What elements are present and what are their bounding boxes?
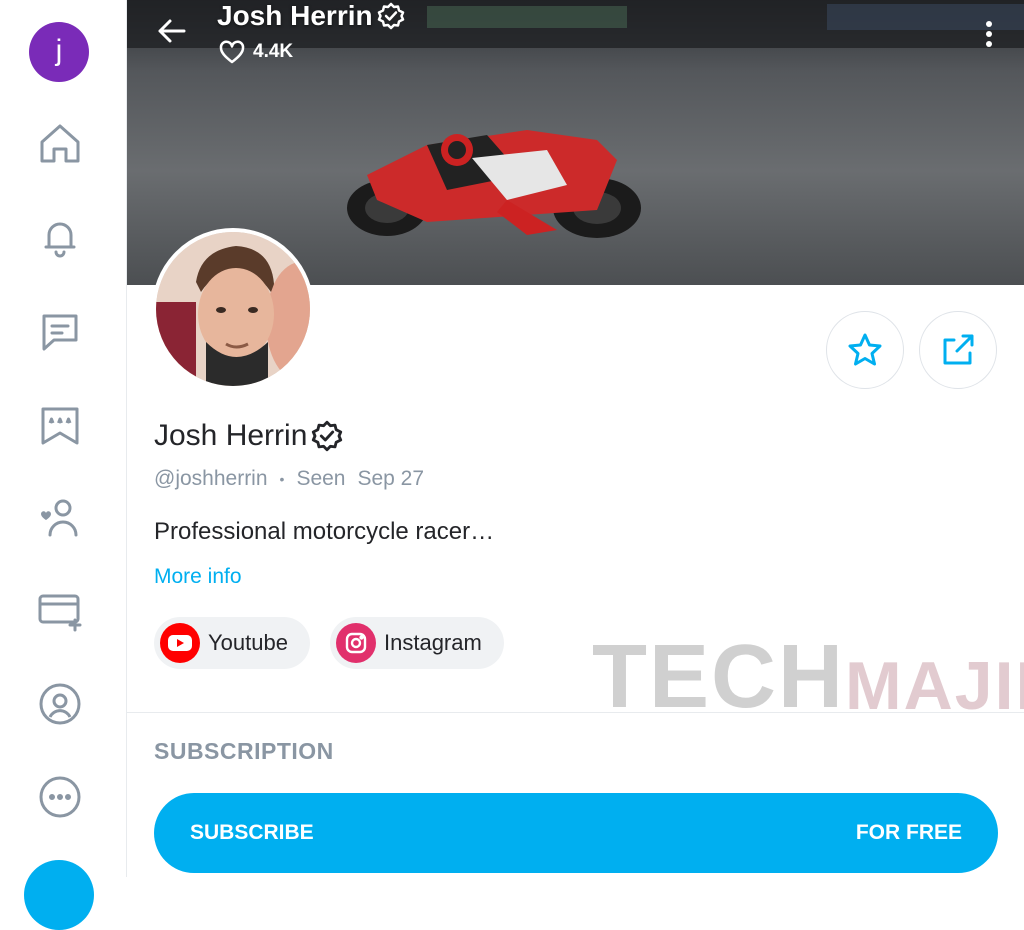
profile-bio: Professional motorcycle racer… (154, 518, 495, 545)
star-icon (848, 333, 882, 366)
header-title: Josh Herrin (217, 0, 405, 32)
share-icon (943, 334, 974, 365)
share-button[interactable] (919, 311, 997, 389)
subscriptions-icon[interactable] (37, 495, 83, 541)
message-icon[interactable] (37, 308, 83, 354)
subscribe-button[interactable]: SUBSCRIBE FOR FREE (154, 793, 998, 873)
header-name-text: Josh Herrin (217, 0, 373, 31)
instagram-label: Instagram (384, 630, 482, 655)
back-arrow-icon[interactable] (155, 14, 189, 48)
watermark-logo: TECH MAJIN (592, 632, 1024, 722)
profile-name-text: Josh Herrin (154, 419, 308, 452)
youtube-icon (160, 623, 200, 663)
user-avatar[interactable]: j (29, 22, 89, 82)
watermark-big: TECH (592, 627, 845, 727)
seen-label: Seen (296, 467, 346, 490)
seen-date: Sep 27 (357, 467, 425, 490)
instagram-icon (336, 623, 376, 663)
verified-icon (377, 2, 404, 30)
more-options-icon[interactable] (37, 774, 83, 820)
verified-icon (312, 420, 343, 452)
heart-icon (219, 40, 245, 64)
collections-icon[interactable] (37, 402, 83, 448)
likes-count: 4.4K (253, 41, 294, 62)
profile-handle: @joshherrin (154, 467, 268, 490)
profile-name: Josh Herrin (154, 419, 343, 453)
profile-meta: @joshherrin • Seen Sep 27 (154, 467, 424, 491)
profile-page: Josh Herrin 4.4K Josh Herrin @joshherrin… (127, 0, 1024, 877)
subscription-heading: SUBSCRIPTION (154, 738, 334, 764)
new-post-button[interactable] (24, 860, 94, 930)
youtube-label: Youtube (208, 630, 288, 655)
profile-avatar[interactable] (152, 228, 314, 390)
my-profile-icon[interactable] (37, 681, 83, 727)
header-likes: 4.4K (219, 40, 293, 64)
meta-separator: • (279, 471, 285, 487)
favorite-button[interactable] (826, 311, 904, 389)
kebab-menu-icon[interactable] (977, 14, 1001, 50)
youtube-link[interactable]: Youtube (154, 617, 310, 669)
more-info-link[interactable]: More info (154, 565, 242, 589)
add-card-icon[interactable] (37, 587, 83, 633)
instagram-link[interactable]: Instagram (330, 617, 504, 669)
home-icon[interactable] (37, 121, 83, 167)
bell-icon[interactable] (37, 214, 83, 260)
subscribe-price: FOR FREE (855, 821, 962, 844)
section-divider (127, 712, 1024, 713)
sidebar: j (0, 0, 127, 930)
subscribe-label: SUBSCRIBE (190, 821, 314, 844)
